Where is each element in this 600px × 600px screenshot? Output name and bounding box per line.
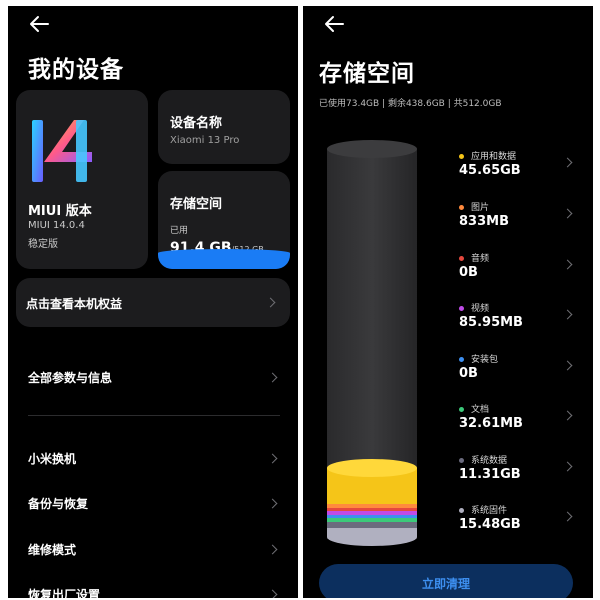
storage-screen: 存储空间 已使用73.4GB | 剩余438.6GB | 共512.0GB 应用…	[303, 6, 593, 598]
chevron-right-icon	[267, 589, 278, 598]
page-title: 存储空间	[319, 61, 415, 87]
miui-version-title: MIUI 版本	[28, 204, 92, 219]
legend-size: 85.95MB	[459, 315, 523, 330]
cylinder-segment	[327, 518, 417, 522]
storage-card-title: 存储空间	[170, 197, 223, 212]
chevron-right-icon	[562, 259, 573, 270]
settings-item-label: 备份与恢复	[28, 497, 89, 511]
legend-item-apps[interactable]: 应用和数据 45.65GB	[459, 149, 583, 189]
legend-dot	[459, 508, 464, 513]
device-name-title: 设备名称	[170, 116, 223, 131]
cylinder-segment	[327, 508, 417, 511]
cylinder-segment	[327, 515, 417, 518]
chevron-right-icon	[562, 410, 573, 421]
cylinder-segment	[327, 511, 417, 515]
chevron-right-icon	[562, 309, 573, 320]
legend-dot	[459, 407, 464, 412]
legend-item-images[interactable]: 图片 833MB	[459, 200, 583, 240]
legend-label: 图片	[471, 203, 490, 213]
chevron-right-icon	[562, 461, 573, 472]
clean-now-label: 立即清理	[421, 577, 470, 591]
legend-dot	[459, 357, 464, 362]
device-name-card[interactable]: 设备名称 Xiaomi 13 Pro	[158, 90, 290, 164]
storage-used-bar	[158, 249, 290, 269]
settings-item-label: 维修模式	[28, 543, 77, 557]
benefits-label: 点击查看本机权益	[26, 297, 123, 311]
legend-label: 系统固件	[471, 506, 508, 516]
storage-used-label: 已用	[170, 226, 189, 236]
legend-item-system-firmware[interactable]: 系统固件 15.48GB	[459, 503, 583, 543]
clean-now-button[interactable]: 立即清理	[319, 564, 573, 598]
legend-size: 0B	[459, 265, 478, 280]
back-arrow-icon[interactable]	[323, 14, 345, 34]
chevron-right-icon	[265, 297, 276, 308]
settings-item-repair-mode[interactable]: 维修模式	[28, 538, 280, 562]
legend-label: 文档	[471, 405, 490, 415]
settings-item-factory-reset[interactable]: 恢复出厂设置	[28, 583, 280, 598]
miui-channel: 稳定版	[28, 239, 58, 250]
legend-size: 11.31GB	[459, 467, 521, 482]
divider	[28, 415, 280, 416]
cylinder-top-cap	[327, 459, 417, 477]
device-name-value: Xiaomi 13 Pro	[170, 135, 240, 146]
legend-label: 应用和数据	[471, 152, 517, 162]
legend-dot	[459, 256, 464, 261]
legend-size: 0B	[459, 366, 478, 381]
legend-label: 安装包	[471, 355, 499, 365]
chevron-right-icon	[267, 372, 278, 383]
cylinder-segment	[327, 528, 417, 537]
benefits-card[interactable]: 点击查看本机权益	[16, 278, 290, 327]
legend-label: 音频	[471, 254, 490, 264]
chevron-right-icon	[562, 511, 573, 522]
miui-14-logo-icon	[32, 120, 92, 182]
legend-dot	[459, 205, 464, 210]
legend-item-system-data[interactable]: 系统数据 11.31GB	[459, 453, 583, 493]
settings-item-label: 全部参数与信息	[28, 371, 113, 385]
miui-version-number: MIUI 14.0.4	[28, 220, 85, 231]
chevron-right-icon	[267, 544, 278, 555]
chevron-right-icon	[562, 208, 573, 219]
storage-summary: 已使用73.4GB | 剩余438.6GB | 共512.0GB	[319, 99, 502, 109]
storage-card[interactable]: 存储空间 已用 91.4 GB/512 GB	[158, 171, 290, 269]
miui-version-card[interactable]: MIUI 版本 MIUI 14.0.4 稳定版	[16, 90, 148, 269]
cylinder-segment	[327, 504, 417, 508]
chevron-right-icon	[267, 498, 278, 509]
settings-item-all-specs[interactable]: 全部参数与信息	[28, 366, 280, 390]
settings-item-label: 恢复出厂设置	[28, 588, 101, 598]
legend-dot	[459, 306, 464, 311]
chevron-right-icon	[267, 453, 278, 464]
legend-item-video[interactable]: 视频 85.95MB	[459, 301, 583, 341]
settings-item-label: 小米换机	[28, 452, 77, 466]
chevron-right-icon	[562, 360, 573, 371]
settings-item-phone-clone[interactable]: 小米换机	[28, 447, 280, 471]
legend-label: 视频	[471, 304, 490, 314]
legend-item-packages[interactable]: 安装包 0B	[459, 352, 583, 392]
settings-item-backup[interactable]: 备份与恢复	[28, 492, 280, 516]
legend-size: 45.65GB	[459, 163, 521, 178]
legend-item-audio[interactable]: 音频 0B	[459, 251, 583, 291]
legend-item-documents[interactable]: 文档 32.61MB	[459, 402, 583, 442]
chevron-right-icon	[562, 157, 573, 168]
device-screen: 我的设备 MIUI 版本 MIUI 14.0.4 稳定版 设备名称 Xiaomi…	[8, 6, 298, 598]
cylinder-segment	[327, 522, 417, 528]
legend-size: 833MB	[459, 214, 509, 229]
legend-size: 32.61MB	[459, 416, 523, 431]
storage-cylinder-chart	[325, 139, 419, 549]
back-arrow-icon[interactable]	[28, 14, 50, 34]
page-title: 我的设备	[28, 57, 124, 83]
legend-label: 系统数据	[471, 456, 508, 466]
legend-dot	[459, 154, 464, 159]
legend-dot	[459, 458, 464, 463]
legend-size: 15.48GB	[459, 517, 521, 532]
